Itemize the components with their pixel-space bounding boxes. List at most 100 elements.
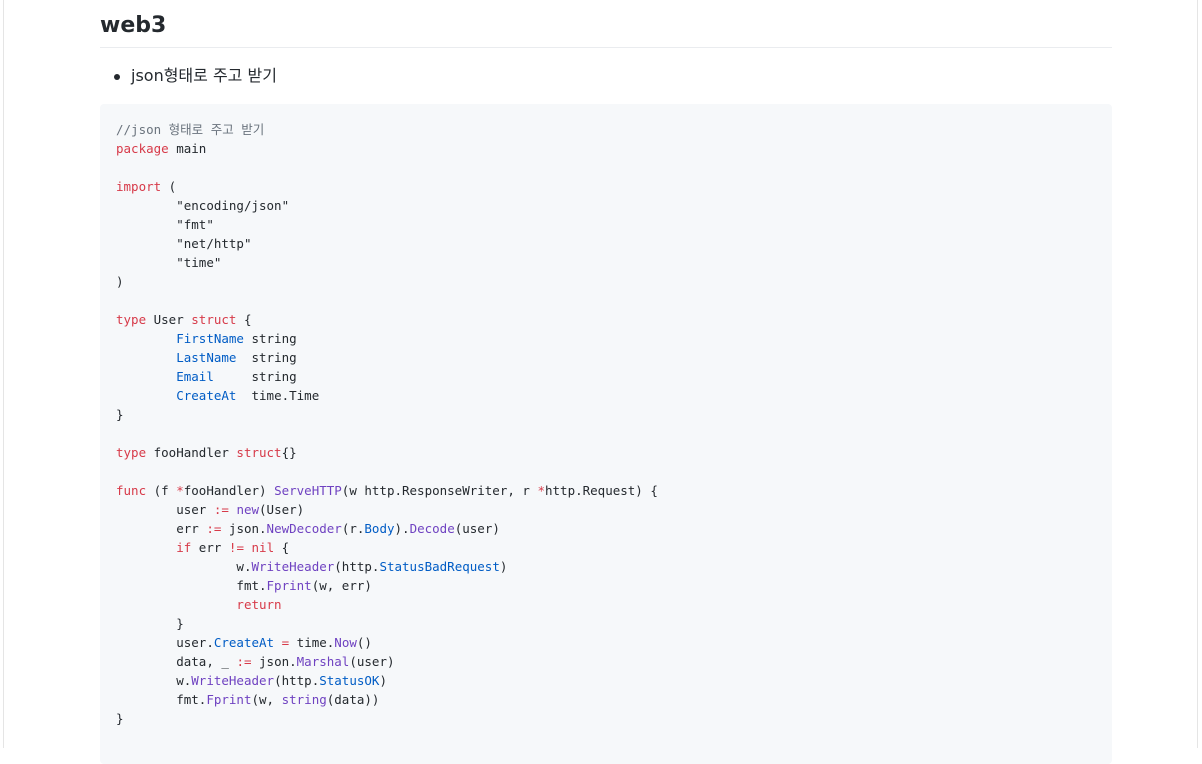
code-token: time. — [289, 635, 335, 650]
code-token: w. — [116, 673, 192, 688]
code-token: ServeHTTP — [274, 483, 342, 498]
code-line: import ( — [116, 177, 1096, 196]
code-token: WriteHeader — [251, 559, 335, 574]
code-token: struct — [236, 445, 282, 460]
code-token: Decode — [409, 521, 455, 536]
code-line: data, _ := json.Marshal(user) — [116, 652, 1096, 671]
code-token: ) — [379, 673, 387, 688]
code-token: fmt. — [116, 578, 267, 593]
code-token: package — [116, 141, 169, 156]
code-token: { — [274, 540, 290, 555]
code-token: user. — [116, 635, 214, 650]
code-line: FirstName string — [116, 329, 1096, 348]
code-line: user := new(User) — [116, 500, 1096, 519]
code-line: } — [116, 405, 1096, 424]
code-token: type — [116, 445, 147, 460]
code-token: (w http.ResponseWriter, r — [341, 483, 538, 498]
code-token: (data)) — [326, 692, 380, 707]
code-line: "net/http" — [116, 234, 1096, 253]
code-token: Fprint — [206, 692, 252, 707]
code-token: FirstName — [176, 331, 244, 346]
code-line: LastName string — [116, 348, 1096, 367]
code-token: time.Time — [236, 388, 320, 403]
code-token: (user) — [454, 521, 500, 536]
bullet-list: json형태로 주고 받기 — [112, 64, 277, 88]
code-token: "fmt" — [176, 217, 214, 232]
code-token: if — [176, 540, 192, 555]
code-token: ) — [116, 274, 124, 289]
section-heading: web3 — [100, 0, 1112, 48]
code-content[interactable]: //json 형태로 주고 받기 package main import ( "e… — [116, 120, 1096, 728]
code-token: User — [146, 312, 192, 327]
code-token: (w, — [251, 692, 282, 707]
code-token: Now — [334, 635, 357, 650]
code-line: user.CreateAt = time.Now() — [116, 633, 1096, 652]
list-item: json형태로 주고 받기 — [112, 64, 277, 88]
code-line: type User struct { — [116, 310, 1096, 329]
code-token: ( — [161, 179, 177, 194]
code-token: CreateAt — [176, 388, 237, 403]
code-token: err — [191, 540, 229, 555]
code-token: {} — [281, 445, 297, 460]
code-line: err := json.NewDecoder(r.Body).Decode(us… — [116, 519, 1096, 538]
code-block[interactable]: //json 형태로 주고 받기 package main import ( "e… — [100, 104, 1112, 764]
code-line: fmt.Fprint(w, err) — [116, 576, 1096, 595]
code-token: import — [116, 179, 162, 194]
code-line: fmt.Fprint(w, string(data)) — [116, 690, 1096, 709]
code-token: := — [206, 521, 222, 536]
code-line: w.WriteHeader(http.StatusOK) — [116, 671, 1096, 690]
code-token: (r. — [341, 521, 365, 536]
code-token: { — [236, 312, 252, 327]
code-line: "encoding/json" — [116, 196, 1096, 215]
code-token: http.Request) { — [545, 483, 658, 498]
code-token: () — [356, 635, 372, 650]
code-token: json. — [221, 521, 267, 536]
code-token: StatusBadRequest — [379, 559, 500, 574]
code-token: Email — [176, 369, 214, 384]
code-line: //json 형태로 주고 받기 — [116, 120, 1096, 139]
code-line: ) — [116, 272, 1096, 291]
code-token: } — [116, 616, 184, 631]
code-token: fmt. — [116, 692, 207, 707]
code-token: ) — [499, 559, 508, 574]
code-token: Body — [364, 521, 395, 536]
code-token: Marshal — [296, 654, 350, 669]
code-line: func (f *fooHandler) ServeHTTP(w http.Re… — [116, 481, 1096, 500]
code-token: Fprint — [266, 578, 312, 593]
code-token: "encoding/json" — [176, 198, 290, 213]
code-token: string — [281, 692, 327, 707]
code-line: if err != nil { — [116, 538, 1096, 557]
code-token: nil — [251, 540, 275, 555]
code-token: * — [176, 483, 184, 498]
code-line: } — [116, 709, 1096, 728]
code-token: := — [213, 502, 229, 517]
code-token: (http. — [334, 559, 380, 574]
code-token: "time" — [176, 255, 222, 270]
code-token: * — [537, 483, 545, 498]
code-line: package main — [116, 139, 1096, 158]
code-token: struct — [191, 312, 237, 327]
code-token: NewDecoder — [266, 521, 342, 536]
code-token: (user) — [349, 654, 395, 669]
code-token: fooHandler) — [183, 483, 275, 498]
code-token: = — [281, 635, 290, 650]
code-token: w. — [116, 559, 252, 574]
code-token: string — [243, 331, 297, 346]
code-token: LastName — [176, 350, 237, 365]
code-line: "time" — [116, 253, 1096, 272]
code-token: err — [116, 521, 207, 536]
code-token: type — [116, 312, 147, 327]
